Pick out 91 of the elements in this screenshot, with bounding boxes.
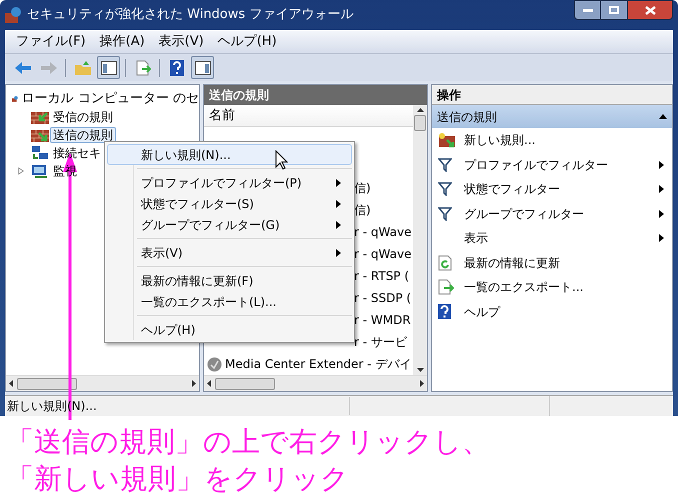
- rule-name[interactable]: r - SSDP (: [354, 289, 412, 307]
- collapse-arrow-icon: [659, 114, 667, 119]
- horizontal-scrollbar[interactable]: [6, 375, 199, 391]
- close-icon: [644, 6, 656, 14]
- firewall-globe-icon: [5, 7, 21, 23]
- context-menu-item[interactable]: 状態でフィルター(S): [107, 193, 352, 214]
- rule-name[interactable]: Media Center Extender - デバイ: [225, 355, 412, 373]
- refresh-icon: [438, 254, 452, 271]
- mouse-cursor-icon: [275, 150, 288, 170]
- right-arrow-icon: [40, 60, 58, 74]
- help-icon: [438, 304, 451, 320]
- annotation-text: 「送信の規則」の上で右クリックし、: [6, 424, 490, 460]
- menu-item[interactable]: 表示(V): [154, 32, 209, 52]
- rule-name[interactable]: 信): [354, 179, 371, 197]
- filter-icon: [438, 182, 452, 196]
- pane-header: 操作: [432, 85, 672, 105]
- context-menu-item[interactable]: プロファイルでフィルター(P): [107, 172, 352, 193]
- submenu-arrow-icon: [659, 160, 664, 169]
- submenu-arrow-icon: [336, 220, 341, 228]
- submenu-arrow-icon: [336, 248, 341, 256]
- context-menu-item[interactable]: 新しい規則(N)...: [107, 144, 352, 165]
- window-title: セキュリティが強化された Windows ファイアウォール: [27, 6, 354, 24]
- menu-item[interactable]: 操作(A): [94, 32, 150, 52]
- export-list-icon: [134, 60, 150, 76]
- scroll-down-icon: [416, 368, 424, 372]
- submenu-arrow-icon: [336, 200, 341, 208]
- pane-header: 送信の規則: [204, 85, 427, 105]
- maximize-icon: [609, 6, 619, 14]
- scroll-left-icon: [9, 380, 13, 387]
- context-menu-item[interactable]: グループでフィルター(G): [107, 214, 352, 235]
- firewall-icon: [31, 127, 49, 143]
- rule-name[interactable]: r - qWave: [354, 223, 412, 241]
- left-arrow-icon: [14, 60, 32, 74]
- scroll-right-icon: [420, 380, 424, 387]
- panel-icon: [100, 60, 116, 74]
- action-item[interactable]: 新しい規則...: [432, 128, 672, 152]
- scroll-thumb[interactable]: [17, 378, 77, 390]
- vertical-scrollbar[interactable]: [413, 105, 427, 375]
- minimize-icon: [582, 8, 592, 12]
- rule-name[interactable]: r - WMDR: [354, 311, 411, 329]
- tree-item[interactable]: ローカル コンピューター のセ: [22, 88, 199, 108]
- close-button[interactable]: [627, 0, 673, 20]
- export-list-icon: [438, 279, 454, 296]
- minimize-button[interactable]: [574, 0, 601, 20]
- scroll-up-icon: [416, 108, 424, 112]
- tree-item[interactable]: 接続セキ: [50, 145, 104, 161]
- scroll-right-icon: [192, 380, 196, 387]
- maximize-button[interactable]: [601, 0, 627, 20]
- context-menu-item[interactable]: ヘルプ(H): [107, 319, 352, 340]
- submenu-arrow-icon: [659, 210, 664, 218]
- computers-icon: [31, 145, 49, 161]
- submenu-arrow-icon: [336, 178, 341, 186]
- action-item[interactable]: グループでフィルター: [432, 202, 672, 226]
- scroll-thumb[interactable]: [414, 115, 426, 131]
- action-item[interactable]: 一覧のエクスポート...: [432, 275, 672, 300]
- action-item[interactable]: 最新の情報に更新: [432, 250, 672, 275]
- context-menu-item[interactable]: 表示(V): [107, 242, 352, 263]
- action-item[interactable]: ヘルプ: [432, 300, 672, 324]
- context-menu-item[interactable]: 一覧のエクスポート(L)...: [107, 291, 352, 312]
- rule-name[interactable]: r - RTSP (: [354, 267, 410, 285]
- rule-name[interactable]: r - サービ: [354, 333, 407, 351]
- firewall-star-icon: [438, 132, 456, 148]
- menu-item[interactable]: ファイル(F): [11, 32, 91, 52]
- panel-icon: [194, 60, 210, 74]
- show-actions-button[interactable]: [191, 56, 214, 79]
- tree-item[interactable]: 受信の規則: [50, 109, 116, 125]
- rule-name[interactable]: 信): [354, 201, 371, 219]
- tree-item[interactable]: 送信の規則: [50, 127, 116, 143]
- scroll-thumb[interactable]: [215, 378, 275, 390]
- horizontal-scrollbar[interactable]: [204, 375, 427, 391]
- firewall-icon: [31, 109, 49, 125]
- expand-arrow-icon[interactable]: [18, 167, 24, 175]
- folder-icon: [74, 60, 92, 76]
- action-item[interactable]: プロファイルでフィルター: [432, 152, 672, 177]
- show-tree-button[interactable]: [97, 56, 120, 79]
- submenu-arrow-icon: [659, 234, 664, 242]
- help-icon: [170, 60, 184, 76]
- submenu-arrow-icon: [659, 185, 664, 194]
- scroll-left-icon: [207, 380, 211, 387]
- column-header[interactable]: 名前: [204, 105, 413, 127]
- action-item[interactable]: 状態でフィルター: [432, 177, 672, 202]
- filter-icon: [438, 206, 452, 221]
- menu-item[interactable]: ヘルプ(H): [212, 32, 282, 52]
- annotation-text: 「新しい規則」をクリック: [6, 461, 350, 497]
- monitor-icon: [31, 163, 49, 179]
- rule-name[interactable]: r - qWave: [354, 245, 412, 263]
- rule-status-icon: [207, 356, 222, 372]
- section-header[interactable]: 送信の規則: [432, 105, 672, 128]
- filter-icon: [438, 158, 452, 172]
- action-item[interactable]: 表示: [432, 226, 672, 250]
- context-menu-item[interactable]: 最新の情報に更新(F): [107, 270, 352, 291]
